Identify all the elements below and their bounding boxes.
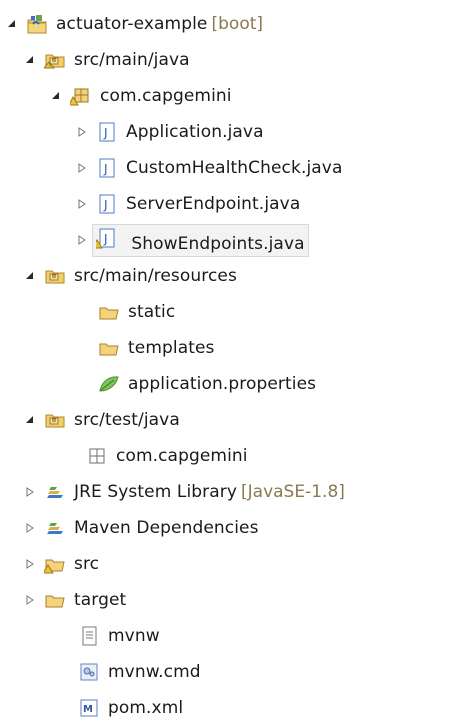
project-suffix: [boot] <box>211 14 264 34</box>
library-icon <box>44 517 66 539</box>
maven-spring-project-icon <box>26 13 48 35</box>
collapsed-arrow-icon[interactable] <box>76 162 88 174</box>
collapsed-arrow-icon[interactable] <box>76 126 88 138</box>
maven-dependencies-node[interactable]: Maven Dependencies <box>24 510 259 546</box>
expanded-arrow-icon[interactable] <box>6 18 18 30</box>
source-folder-icon <box>44 265 66 287</box>
show-endpoints-label: ShowEndpoints.java <box>131 233 305 254</box>
svg-text:J: J <box>103 162 108 176</box>
text-file-icon <box>78 625 100 647</box>
file-server-endpoint-java[interactable]: J ServerEndpoint.java <box>76 186 300 222</box>
mvnw-label: mvnw <box>108 626 160 646</box>
source-folder-test-java[interactable]: src/test/java <box>24 402 180 438</box>
java-file-icon: J <box>96 157 118 179</box>
java-file-icon: J <box>96 193 118 215</box>
mvnw-cmd-label: mvnw.cmd <box>108 662 201 682</box>
source-folder-main-java-label: src/main/java <box>74 50 190 70</box>
expanded-arrow-icon[interactable] <box>24 414 36 426</box>
file-show-endpoints-java[interactable]: J ShowEndpoints.java <box>76 222 309 258</box>
file-pom-xml[interactable]: M pom.xml <box>78 690 183 722</box>
folder-icon <box>98 301 120 323</box>
package-main-label: com.capgemini <box>100 86 232 106</box>
file-application-java[interactable]: J Application.java <box>76 114 264 150</box>
expanded-arrow-icon[interactable] <box>24 54 36 66</box>
empty-package-icon <box>86 445 108 467</box>
selected-tree-item[interactable]: J ShowEndpoints.java <box>91 223 309 257</box>
collapsed-arrow-icon[interactable] <box>24 486 36 498</box>
library-icon <box>44 481 66 503</box>
folder-src[interactable]: src <box>24 546 99 582</box>
package-test-label: com.capgemini <box>116 446 248 466</box>
pom-xml-label: pom.xml <box>108 698 184 718</box>
folder-templates[interactable]: templates <box>98 330 215 366</box>
file-application-properties[interactable]: application.properties <box>98 366 316 402</box>
svg-text:J: J <box>103 126 108 140</box>
folder-target[interactable]: target <box>24 582 126 618</box>
file-mvnw[interactable]: mvnw <box>78 618 160 654</box>
source-folder-test-java-label: src/test/java <box>74 410 180 430</box>
project-explorer-tree: actuator-example [boot] ! src/main/java <box>0 0 469 722</box>
collapsed-arrow-icon[interactable] <box>24 522 36 534</box>
expanded-arrow-icon[interactable] <box>24 270 36 282</box>
application-properties-label: application.properties <box>128 374 317 394</box>
file-mvnw-cmd[interactable]: mvnw.cmd <box>78 654 201 690</box>
static-label: static <box>128 302 176 322</box>
server-endpoint-label: ServerEndpoint.java <box>126 194 301 214</box>
application-java-label: Application.java <box>126 122 264 142</box>
custom-health-check-label: CustomHealthCheck.java <box>126 158 343 178</box>
svg-text:J: J <box>103 198 108 212</box>
java-file-icon: J <box>96 121 118 143</box>
source-folder-main-java[interactable]: ! src/main/java <box>24 42 190 78</box>
target-label: target <box>74 590 127 610</box>
jre-library-node[interactable]: JRE System Library [JavaSE-1.8] <box>24 474 345 510</box>
collapsed-arrow-icon[interactable] <box>76 198 88 210</box>
java-file-warning-icon: J <box>91 227 118 249</box>
package-main-node[interactable]: com.capgemini <box>50 78 232 114</box>
collapsed-arrow-icon[interactable] <box>76 234 88 246</box>
expanded-arrow-icon[interactable] <box>50 90 62 102</box>
source-folder-icon <box>44 409 66 431</box>
src-label: src <box>74 554 100 574</box>
maven-dependencies-label: Maven Dependencies <box>74 518 259 538</box>
folder-warning-icon <box>42 553 66 575</box>
jre-library-label: JRE System Library <box>74 482 238 502</box>
jre-library-suffix: [JavaSE-1.8] <box>241 482 345 502</box>
source-folder-main-resources[interactable]: src/main/resources <box>24 258 237 294</box>
folder-static[interactable]: static <box>98 294 175 330</box>
maven-xml-icon: M <box>78 697 100 719</box>
collapsed-arrow-icon[interactable] <box>24 558 36 570</box>
source-folder-icon: ! <box>42 49 66 71</box>
file-custom-health-check-java[interactable]: J CustomHealthCheck.java <box>76 150 342 186</box>
folder-icon <box>44 589 66 611</box>
svg-text:J: J <box>103 232 108 246</box>
source-folder-main-resources-label: src/main/resources <box>74 266 237 286</box>
package-icon <box>68 85 92 107</box>
project-node[interactable]: actuator-example [boot] <box>6 6 263 42</box>
properties-leaf-icon <box>98 373 120 395</box>
package-test-node[interactable]: com.capgemini <box>86 438 248 474</box>
svg-text:M: M <box>83 704 93 715</box>
collapsed-arrow-icon[interactable] <box>24 594 36 606</box>
templates-label: templates <box>128 338 215 358</box>
cmd-file-icon <box>78 661 100 683</box>
svg-text:!: ! <box>49 63 51 69</box>
folder-icon <box>98 337 120 359</box>
project-name: actuator-example <box>56 14 208 34</box>
